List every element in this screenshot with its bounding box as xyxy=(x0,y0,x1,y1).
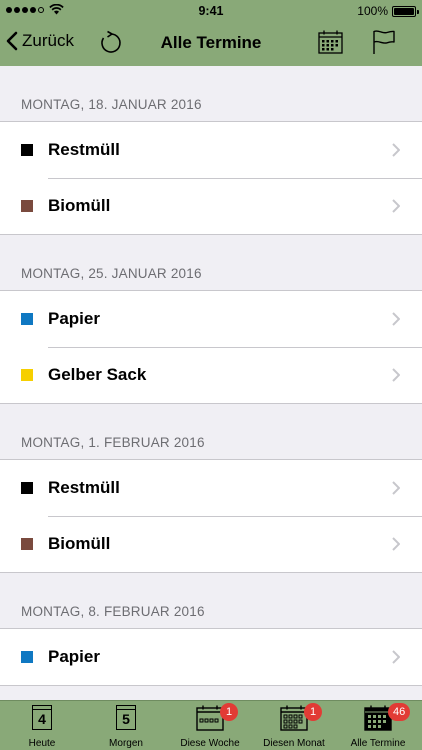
item-label: Biomüll xyxy=(48,534,111,553)
list-item[interactable]: Papier xyxy=(0,291,422,347)
section-header: MONTAG, 25. JANUAR 2016 xyxy=(0,235,422,290)
list-item[interactable]: Gelber Sack xyxy=(0,347,422,403)
tab-label: Heute xyxy=(28,738,56,749)
battery-icon xyxy=(392,5,419,17)
tab-label: Diese Woche xyxy=(180,738,240,749)
flag-button[interactable] xyxy=(372,29,396,60)
back-button[interactable]: Zurück xyxy=(6,31,74,51)
section-rows: Papier xyxy=(0,628,422,686)
tab-alle-termine[interactable]: 46 Alle Termine xyxy=(336,701,420,750)
tab-label: Diesen Monat xyxy=(263,738,325,749)
tab-heute[interactable]: 4 Heute xyxy=(0,701,84,750)
section-date: MONTAG, 1. FEBRUAR 2016 xyxy=(21,435,205,450)
color-swatch xyxy=(21,144,33,156)
section-rows: Restmüll Biomüll xyxy=(0,121,422,235)
tab-morgen[interactable]: 5 Morgen xyxy=(84,701,168,750)
chevron-right-icon xyxy=(392,199,400,213)
badge-count: 46 xyxy=(388,703,411,721)
refresh-button[interactable] xyxy=(98,30,124,61)
chevron-right-icon xyxy=(392,537,400,551)
list-item[interactable]: Papier xyxy=(0,629,422,685)
chevron-right-icon xyxy=(392,143,400,157)
date-section: MONTAG, 25. JANUAR 2016 Papier Gelber Sa… xyxy=(0,235,422,404)
termine-list[interactable]: MONTAG, 18. JANUAR 2016 Restmüll Biomüll… xyxy=(0,66,422,700)
back-label: Zurück xyxy=(22,31,74,50)
color-swatch xyxy=(21,651,33,663)
flag-icon xyxy=(373,30,395,54)
color-swatch xyxy=(21,369,33,381)
navigation-bar: Zurück Alle Termine xyxy=(0,22,422,66)
section-date: MONTAG, 25. JANUAR 2016 xyxy=(21,266,202,281)
color-swatch xyxy=(21,200,33,212)
section-rows: Restmüll Biomüll xyxy=(0,459,422,573)
chevron-right-icon xyxy=(392,481,400,495)
chevron-right-icon xyxy=(392,368,400,382)
color-swatch xyxy=(21,313,33,325)
list-item[interactable]: Restmüll xyxy=(0,460,422,516)
date-section: MONTAG, 18. JANUAR 2016 Restmüll Biomüll xyxy=(0,66,422,235)
chevron-right-icon xyxy=(392,312,400,326)
tab-bar: 4 Heute 5 Morgen 1 Diese Woche 1 Diesen … xyxy=(0,700,422,750)
list-item[interactable]: Biomüll xyxy=(0,178,422,234)
date-section: MONTAG, 1. FEBRUAR 2016 Restmüll Biomüll xyxy=(0,404,422,573)
date-section: MONTAG, 8. FEBRUAR 2016 Papier xyxy=(0,573,422,686)
section-rows: Papier Gelber Sack xyxy=(0,290,422,404)
tab-label: Morgen xyxy=(109,738,143,749)
section-header: MONTAG, 1. FEBRUAR 2016 xyxy=(0,404,422,459)
item-label: Papier xyxy=(48,309,100,328)
badge-count: 1 xyxy=(220,703,238,721)
chevron-left-icon xyxy=(6,31,18,51)
color-swatch xyxy=(21,538,33,550)
battery-percent: 100% xyxy=(357,4,388,18)
item-label: Gelber Sack xyxy=(48,365,147,384)
badge-count: 1 xyxy=(304,703,322,721)
status-bar: 9:41 100% xyxy=(0,0,422,22)
calendar-icon xyxy=(318,30,343,54)
section-header: MONTAG, 18. JANUAR 2016 xyxy=(0,66,422,121)
item-label: Papier xyxy=(48,647,100,666)
calendar-button[interactable] xyxy=(318,30,343,59)
tab-diesen-monat[interactable]: 1 Diesen Monat xyxy=(252,701,336,750)
top-bar: 9:41 100% Zurück Alle Termine xyxy=(0,0,422,66)
calendar-day-icon: 4 xyxy=(32,705,52,730)
section-date: MONTAG, 8. FEBRUAR 2016 xyxy=(21,604,205,619)
item-label: Restmüll xyxy=(48,140,120,159)
refresh-icon xyxy=(101,30,121,53)
battery-indicator: 100% xyxy=(357,4,419,18)
item-label: Biomüll xyxy=(48,196,111,215)
tab-diese-woche[interactable]: 1 Diese Woche xyxy=(168,701,252,750)
color-swatch xyxy=(21,482,33,494)
calendar-day-icon: 5 xyxy=(116,705,136,730)
item-label: Restmüll xyxy=(48,478,120,497)
tab-label: Alle Termine xyxy=(350,738,406,749)
list-item[interactable]: Restmüll xyxy=(0,122,422,178)
list-item[interactable]: Biomüll xyxy=(0,516,422,572)
section-header: MONTAG, 8. FEBRUAR 2016 xyxy=(0,573,422,628)
section-date: MONTAG, 18. JANUAR 2016 xyxy=(21,97,202,112)
chevron-right-icon xyxy=(392,650,400,664)
